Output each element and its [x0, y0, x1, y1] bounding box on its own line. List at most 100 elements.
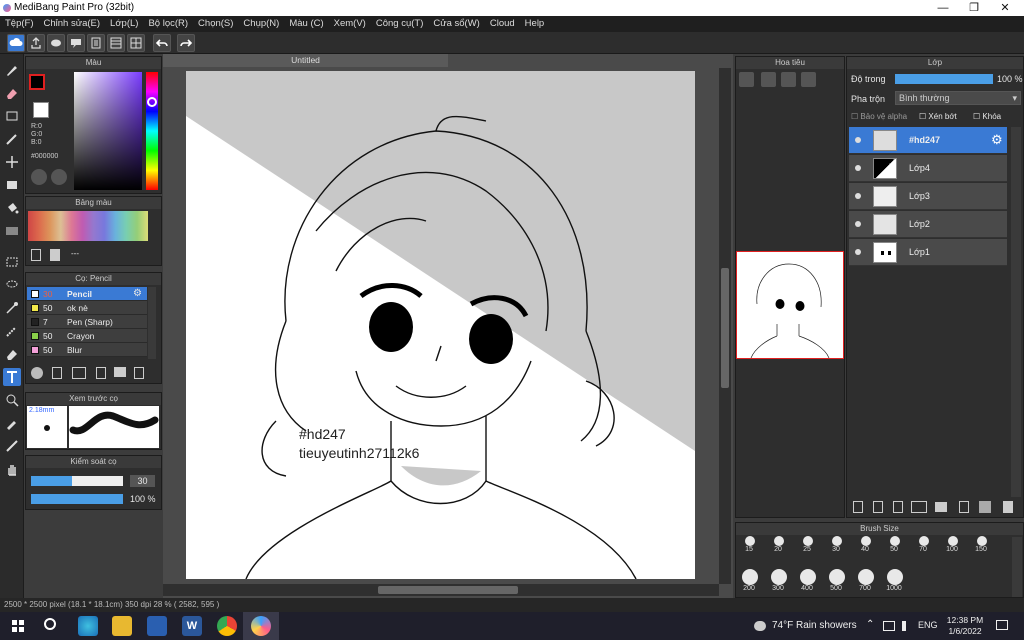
brush-item[interactable]: 50 Blur [27, 343, 147, 357]
protect-alpha-checkbox[interactable]: ☐ Bảo vệ alpha [851, 112, 907, 121]
saturation-value-picker[interactable] [74, 72, 142, 190]
brush-size-option[interactable]: 400 [796, 567, 820, 597]
menu-tools[interactable]: Công cụ(T) [371, 16, 429, 32]
weather-text[interactable]: 74°F Rain showers [772, 620, 857, 631]
canvas-text-author[interactable]: tieuyeutinh27112k6 [299, 445, 420, 461]
chevron-up-icon[interactable]: ⌃ [866, 619, 874, 630]
close-button[interactable]: ✕ [990, 0, 1020, 16]
layer-row-hd247[interactable]: #hd247 ⚙ [849, 127, 1007, 154]
brush-size-option[interactable]: 150 [970, 536, 994, 566]
text-tool-icon[interactable] [3, 368, 21, 386]
brush-tool-icon[interactable] [3, 61, 21, 79]
brush-size-option[interactable]: 100 [941, 536, 965, 566]
color-wheel-icon[interactable] [31, 169, 47, 185]
menu-edit[interactable]: Chỉnh sửa(E) [39, 16, 106, 32]
brush-size-option[interactable]: 70 [912, 536, 936, 566]
clipping-checkbox[interactable]: ☐ Xén bớt [919, 112, 957, 121]
layer-row[interactable]: Lớp4 [849, 155, 1007, 182]
gear-icon[interactable]: ⚙ [133, 288, 142, 299]
brush-size-option[interactable]: 200 [738, 567, 762, 597]
hue-handle[interactable] [147, 97, 157, 107]
menu-view[interactable]: Xem(V) [329, 16, 371, 32]
brush-size-option[interactable]: 700 [854, 567, 878, 597]
menu-capture[interactable]: Chụp(N) [238, 16, 284, 32]
brush-item[interactable]: 50 Crayon [27, 329, 147, 343]
brush-size-option[interactable]: 500 [825, 567, 849, 597]
menu-cloud[interactable]: Cloud [485, 16, 520, 32]
menu-file[interactable]: Tệp(F) [0, 16, 39, 32]
share-icon[interactable] [27, 34, 45, 52]
brush-opacity-slider[interactable] [31, 494, 123, 504]
speech-icon[interactable] [67, 34, 85, 52]
brush-size-option[interactable]: 50 [883, 536, 907, 566]
volume-icon[interactable] [902, 621, 914, 631]
fit-view-icon[interactable] [781, 72, 796, 87]
notification-icon[interactable] [996, 620, 1008, 630]
clock[interactable]: 12:38 PM 1/6/2022 [943, 615, 987, 637]
folder-icon[interactable] [114, 367, 126, 377]
panel-list-icon[interactable] [107, 34, 125, 52]
merge-layer-icon[interactable] [979, 501, 991, 513]
page-icon[interactable] [87, 34, 105, 52]
brush-item[interactable]: 50 ok nè [27, 301, 147, 315]
eye-icon[interactable] [855, 137, 861, 143]
operation-tool-icon[interactable] [3, 391, 21, 409]
vertical-scroll-thumb[interactable] [721, 268, 729, 388]
secondary-color-swatch[interactable] [33, 102, 49, 118]
word-icon[interactable]: W [182, 616, 202, 636]
brush-size-scrollbar[interactable] [1012, 537, 1022, 597]
palette-more[interactable]: --- [71, 249, 79, 258]
new-8bit-layer-icon[interactable] [893, 501, 903, 513]
layer-row[interactable]: Lớp1 [849, 239, 1007, 266]
windows-start-icon[interactable] [12, 620, 24, 632]
file-explorer-icon[interactable] [112, 616, 132, 636]
cloud-icon[interactable] [7, 34, 25, 52]
bucket-tool-icon[interactable] [3, 199, 21, 217]
divide-tool-icon[interactable] [3, 437, 21, 455]
color-history-icon[interactable] [51, 169, 67, 185]
pen-tool-icon[interactable] [3, 130, 21, 148]
zoom-in-alt-icon[interactable] [761, 72, 776, 87]
brush-size-slider[interactable] [31, 476, 123, 486]
comment-icon[interactable] [47, 34, 65, 52]
delete-layer-icon[interactable] [1003, 501, 1013, 513]
eye-icon[interactable] [855, 165, 861, 171]
gradient-tool-icon[interactable] [3, 222, 21, 240]
undo-icon[interactable] [153, 34, 171, 52]
layer-row[interactable]: Lớp3 [849, 183, 1007, 210]
brush-menu-icon[interactable] [72, 367, 86, 379]
menu-filter[interactable]: Bộ lọc(R) [143, 16, 193, 32]
brush-size-option[interactable]: 300 [767, 567, 791, 597]
lock-checkbox[interactable]: ☐ Khóa [973, 112, 1001, 121]
brush-size-option[interactable]: 30 [825, 536, 849, 566]
menu-select[interactable]: Chọn(S) [193, 16, 238, 32]
brush-size-option[interactable]: 20 [767, 536, 791, 566]
zoom-out-icon[interactable] [801, 72, 816, 87]
new-layer-icon[interactable] [853, 501, 863, 513]
eye-icon[interactable] [855, 221, 861, 227]
brush-size-option[interactable]: 15 [738, 536, 762, 566]
menu-help[interactable]: Help [520, 16, 550, 32]
vertical-scrollbar[interactable] [719, 68, 731, 584]
primary-color-swatch[interactable] [29, 74, 45, 90]
eraser-tool-icon[interactable] [3, 84, 21, 102]
horizontal-scroll-thumb[interactable] [378, 586, 518, 594]
language-indicator[interactable]: ENG [918, 620, 938, 630]
select-eraser-icon[interactable] [3, 345, 21, 363]
navigator-preview[interactable] [736, 251, 844, 359]
minimize-button[interactable]: — [928, 0, 958, 16]
layer-row[interactable]: Lớp2 [849, 211, 1007, 238]
brush-size-value[interactable]: 30 [130, 475, 155, 487]
brush-item-pencil[interactable]: 30 Pencil ⚙ [27, 287, 147, 301]
palette-swatches[interactable] [28, 211, 148, 241]
search-icon[interactable] [44, 618, 56, 630]
add-layer-menu-icon[interactable] [911, 501, 927, 513]
brush-item[interactable]: 7 Pen (Sharp) [27, 315, 147, 329]
grid-icon[interactable] [127, 34, 145, 52]
select-pen-icon[interactable] [3, 322, 21, 340]
duplicate-brush-icon[interactable] [134, 367, 144, 379]
redo-icon[interactable] [177, 34, 195, 52]
canvas-text-tag[interactable]: #hd247 [299, 426, 346, 442]
brush-list-scrollbar[interactable] [148, 287, 156, 359]
select-tool-icon[interactable] [3, 253, 21, 271]
